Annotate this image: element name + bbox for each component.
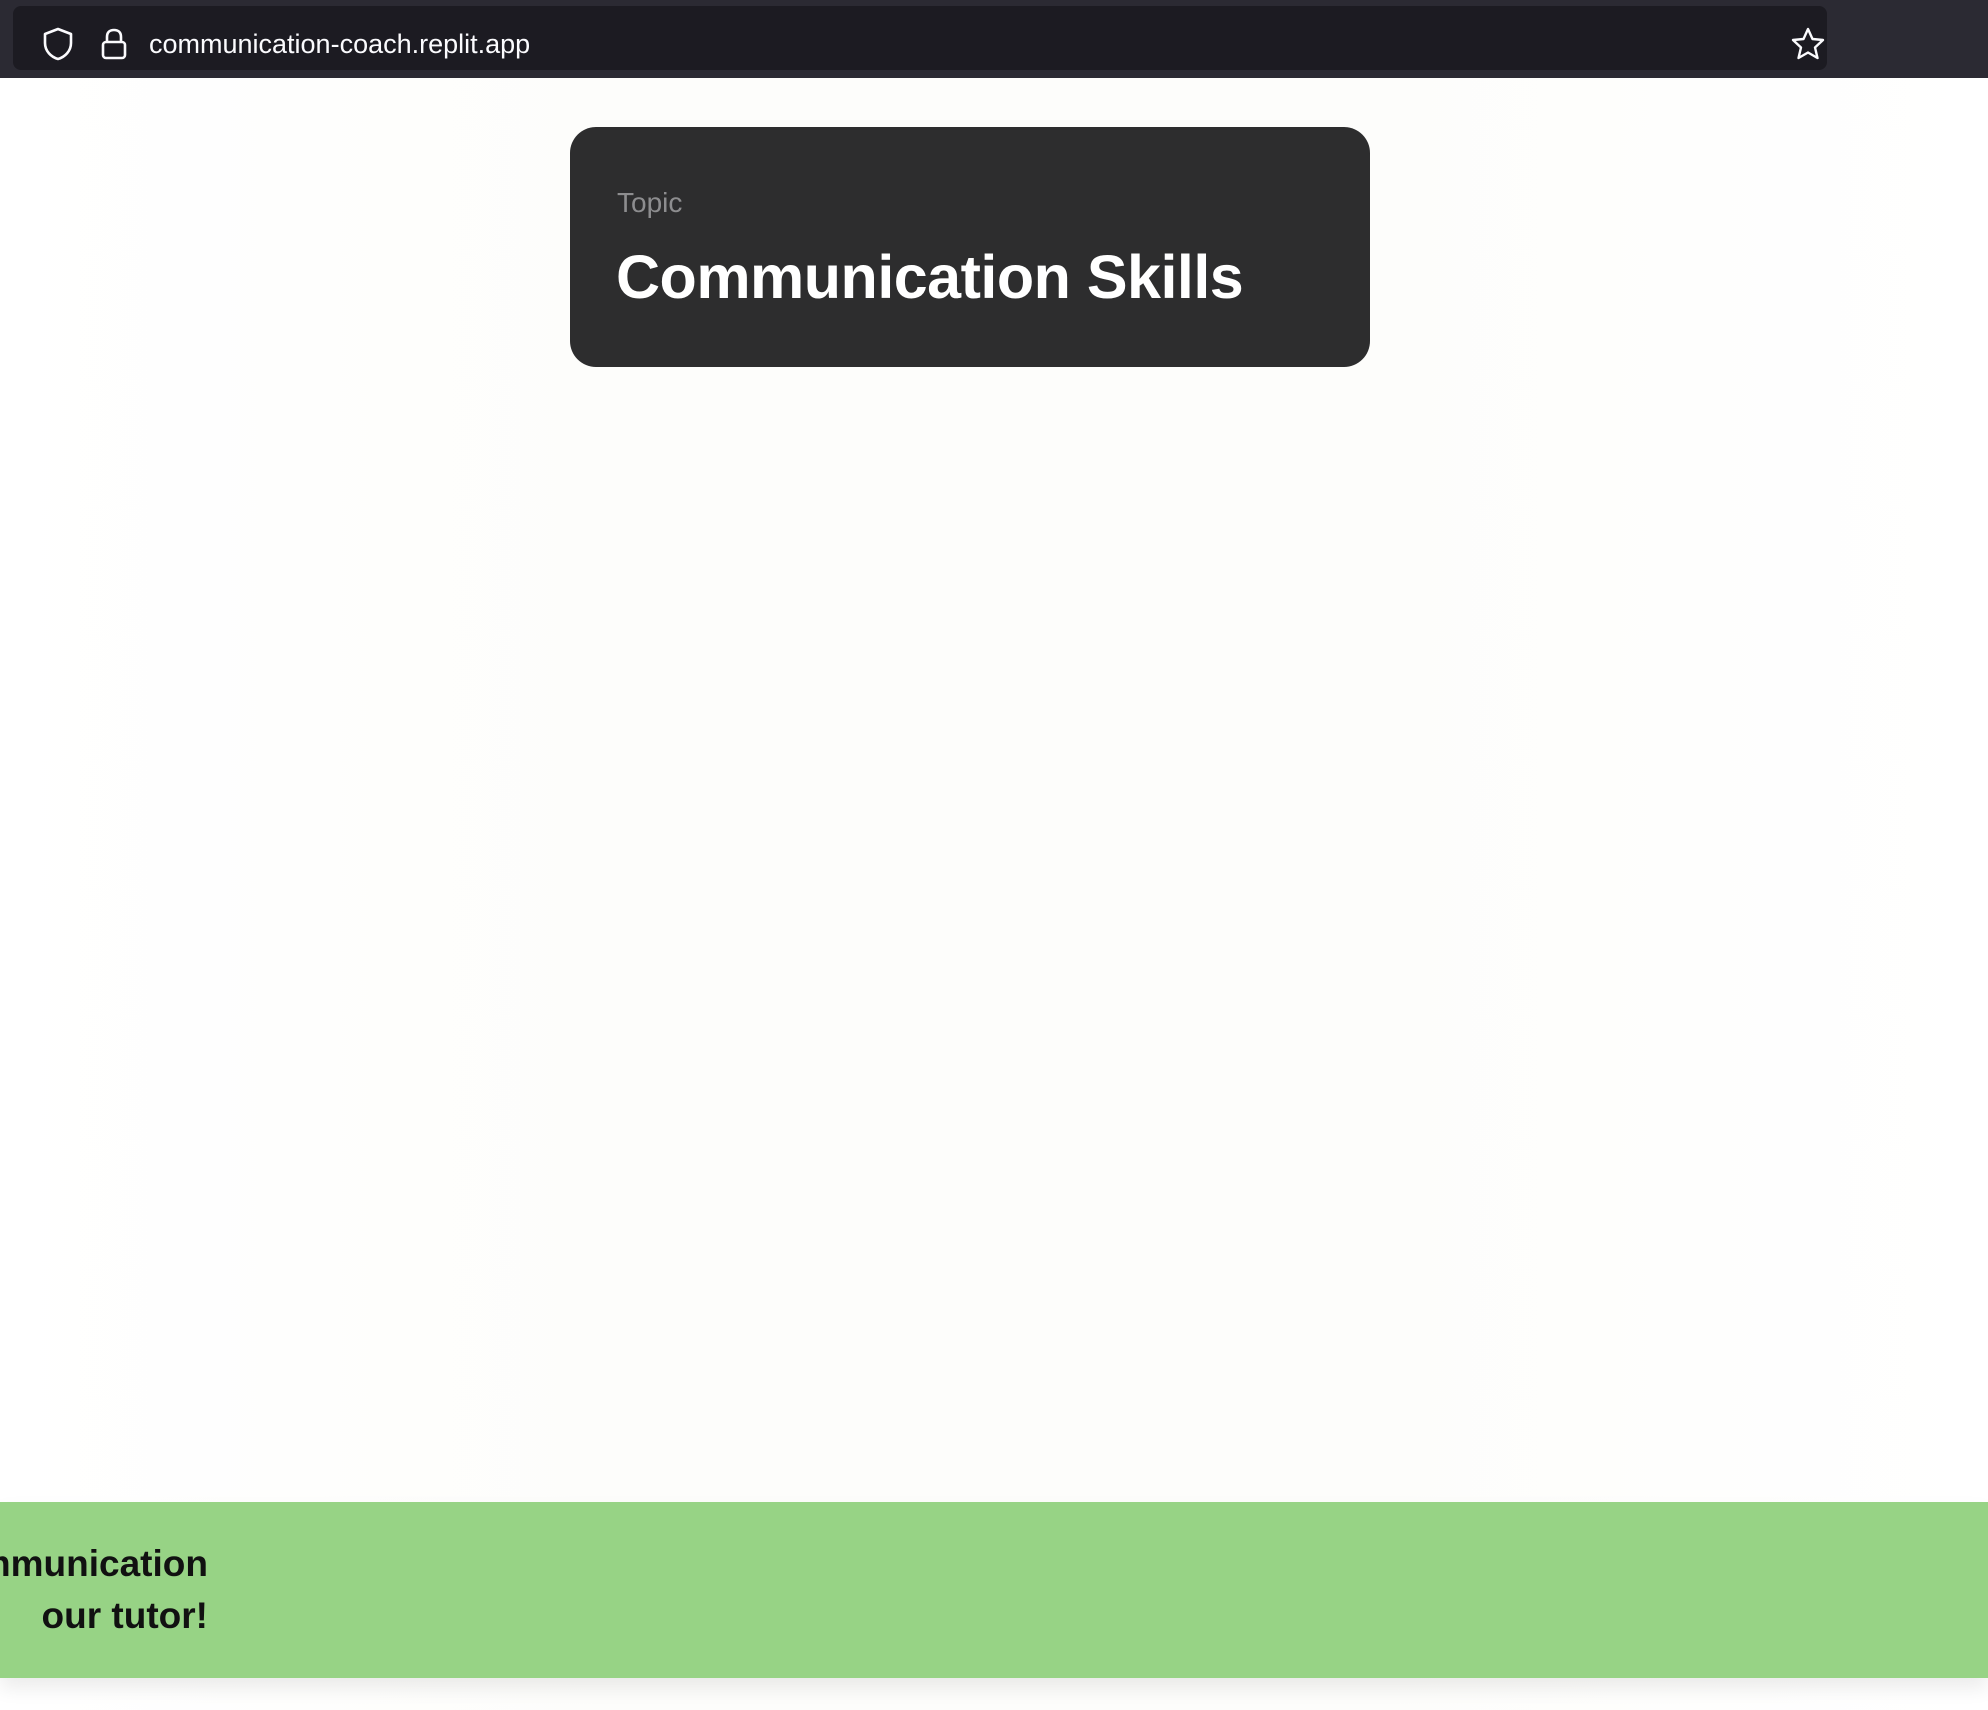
page-content: Topic Communication Skills mmunication o… <box>0 78 1988 1710</box>
topic-title: Communication Skills <box>616 243 1244 311</box>
browser-toolbar: communication-coach.replit.app <box>0 0 1988 78</box>
tutor-banner: mmunication our tutor! <box>0 1502 1988 1678</box>
banner-line-2: our tutor! <box>41 1595 208 1636</box>
address-bar[interactable]: communication-coach.replit.app <box>13 6 1827 70</box>
star-icon[interactable] <box>1790 26 1826 62</box>
topic-card: Topic Communication Skills <box>570 127 1370 367</box>
topic-label: Topic <box>617 187 683 218</box>
lock-icon[interactable] <box>99 27 129 61</box>
banner-text: mmunication our tutor! <box>0 1538 208 1642</box>
banner-line-1: mmunication <box>0 1543 208 1584</box>
shield-icon[interactable] <box>42 27 74 61</box>
url-text[interactable]: communication-coach.replit.app <box>149 24 530 64</box>
